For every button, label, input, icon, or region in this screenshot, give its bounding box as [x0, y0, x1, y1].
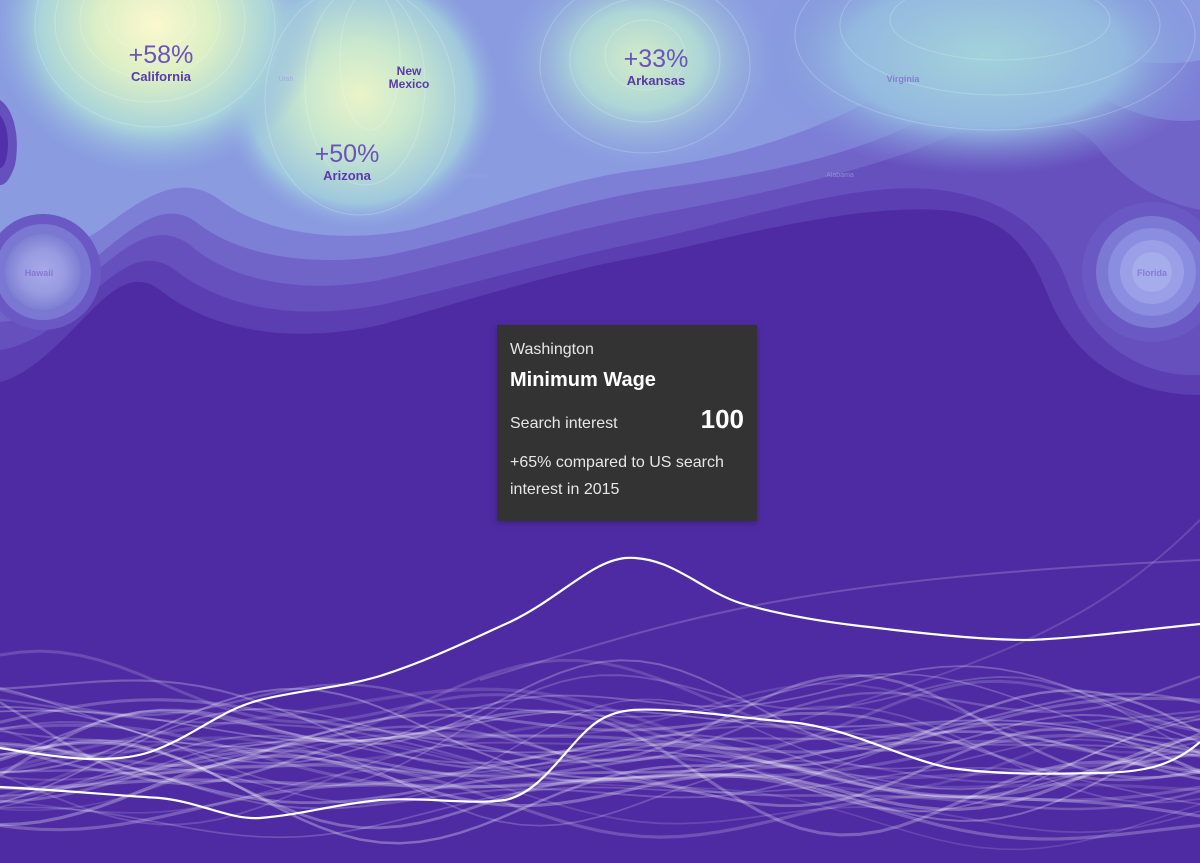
background-trend-line [799, 519, 1200, 721]
label-virginia: Virginia [886, 74, 920, 84]
tooltip-metric-value: 100 [700, 404, 744, 434]
label-arkansas: +33% Arkansas [623, 45, 689, 88]
arkansas-name: Arkansas [626, 72, 686, 88]
california-name: California [131, 68, 191, 84]
label-california: +58% California [128, 41, 194, 84]
california-percent: +58% [128, 41, 194, 69]
label-florida: Florida [1136, 268, 1168, 278]
label-kansas: Kansas [523, 75, 547, 82]
label-hawaii: Hawaii [24, 268, 54, 278]
label-arizona: +50% Arizona [314, 140, 380, 183]
search-interest-map-view: +58% California New Mexico +33% Arkansas… [0, 0, 1200, 863]
tooltip-topic: Minimum Wage [510, 369, 656, 391]
label-utah: Utah [278, 76, 294, 83]
tooltip-metric-row: Search interest 100 [510, 404, 744, 435]
tooltip-metric-label: Search interest [510, 415, 618, 432]
arkansas-percent: +33% [623, 45, 689, 73]
new-mexico-name: New Mexico [388, 64, 430, 92]
arizona-percent: +50% [314, 140, 380, 168]
tooltip-region: Washington [510, 341, 594, 358]
label-oklahoma: Oklahoma [454, 173, 486, 180]
arizona-name: Arizona [323, 167, 371, 183]
label-new-mexico: New Mexico [388, 64, 430, 92]
background-trend-lines [0, 519, 1200, 851]
region-tooltip: Washington Minimum Wage Search interest … [497, 325, 757, 521]
tooltip-comparison: +65% compared to US search interest in 2… [510, 454, 724, 498]
label-alabama: Alabama [826, 172, 854, 179]
